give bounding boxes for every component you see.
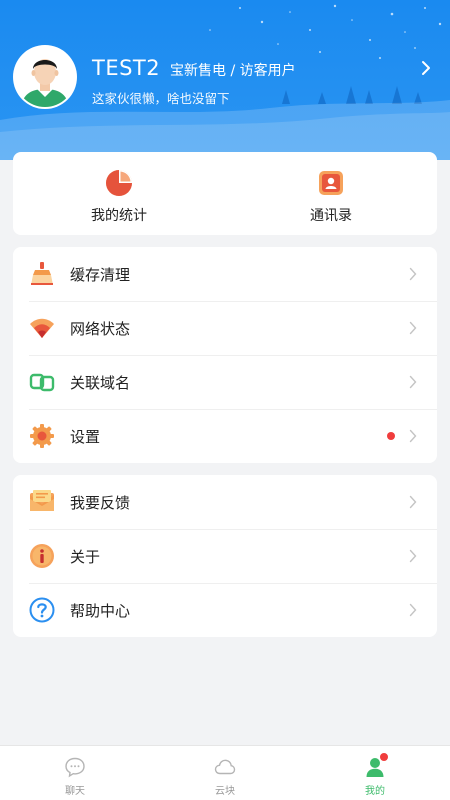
menu-item-label: 我要反馈 (70, 493, 131, 512)
menu-item-linked-domain[interactable]: 关联域名 (13, 355, 437, 409)
menu-item-help-center[interactable]: 帮助中心 (13, 583, 437, 637)
chevron-right-icon (409, 549, 417, 563)
tab-cloud[interactable]: 云块 (150, 746, 300, 800)
menu-item-label: 关联域名 (70, 373, 131, 392)
chevron-right-icon (409, 375, 417, 389)
contacts-button[interactable]: 通讯录 (225, 152, 437, 235)
menu-item-label: 帮助中心 (70, 601, 131, 620)
gear-icon (29, 423, 55, 449)
contacts-label: 通讯录 (310, 208, 352, 224)
menu-item-label: 关于 (70, 547, 101, 566)
contacts-icon (319, 171, 343, 195)
menu-item-about[interactable]: 关于 (13, 529, 437, 583)
chevron-right-icon[interactable] (418, 58, 434, 78)
cloud-icon (214, 759, 236, 775)
help-icon (29, 597, 55, 623)
menu-group-1: 缓存清理 网络状态 关联域名 设置 (13, 247, 437, 463)
menu-item-cache-clear[interactable]: 缓存清理 (13, 247, 437, 301)
broom-icon (29, 261, 55, 287)
user-organization: 宝新售电 / 访客用户 (170, 63, 296, 79)
user-signature: 这家伙很懒，啥也没留下 (92, 91, 230, 106)
notification-badge (380, 753, 388, 761)
chevron-right-icon (409, 267, 417, 281)
notification-badge (387, 432, 395, 440)
user-name: TEST2 (92, 56, 161, 80)
my-stats-button[interactable]: 我的统计 (13, 152, 225, 235)
pie-chart-icon (106, 170, 132, 196)
menu-item-label: 设置 (70, 427, 101, 446)
menu-item-feedback[interactable]: 我要反馈 (13, 475, 437, 529)
menu-item-label: 网络状态 (70, 319, 131, 338)
avatar-person-icon (15, 47, 75, 107)
chevron-right-icon (409, 321, 417, 335)
stats-card: 我的统计 通讯录 (13, 152, 437, 235)
menu-group-2: 我要反馈 关于 帮助中心 (13, 475, 437, 637)
menu-item-settings[interactable]: 设置 (13, 409, 437, 463)
menu-item-network-status[interactable]: 网络状态 (13, 301, 437, 355)
tab-cloud-label: 云块 (215, 786, 235, 797)
tab-mine-label: 我的 (365, 786, 385, 797)
profile-header[interactable]: TEST2 宝新售电 / 访客用户 这家伙很懒，啥也没留下 (0, 0, 450, 160)
chevron-right-icon (409, 603, 417, 617)
avatar[interactable] (13, 45, 77, 109)
envelope-icon (29, 489, 55, 515)
bottom-tab-bar: 聊天 云块 我的 (0, 745, 450, 800)
menu-item-label: 缓存清理 (70, 265, 131, 284)
my-stats-label: 我的统计 (91, 208, 147, 224)
chevron-right-icon (409, 495, 417, 509)
chevron-right-icon (409, 429, 417, 443)
tab-chat-label: 聊天 (65, 786, 85, 797)
tab-chat[interactable]: 聊天 (0, 746, 150, 800)
link-icon (29, 369, 55, 395)
chat-icon (65, 757, 85, 778)
info-icon (29, 543, 55, 569)
wifi-icon (29, 315, 55, 341)
tab-mine[interactable]: 我的 (300, 746, 450, 800)
